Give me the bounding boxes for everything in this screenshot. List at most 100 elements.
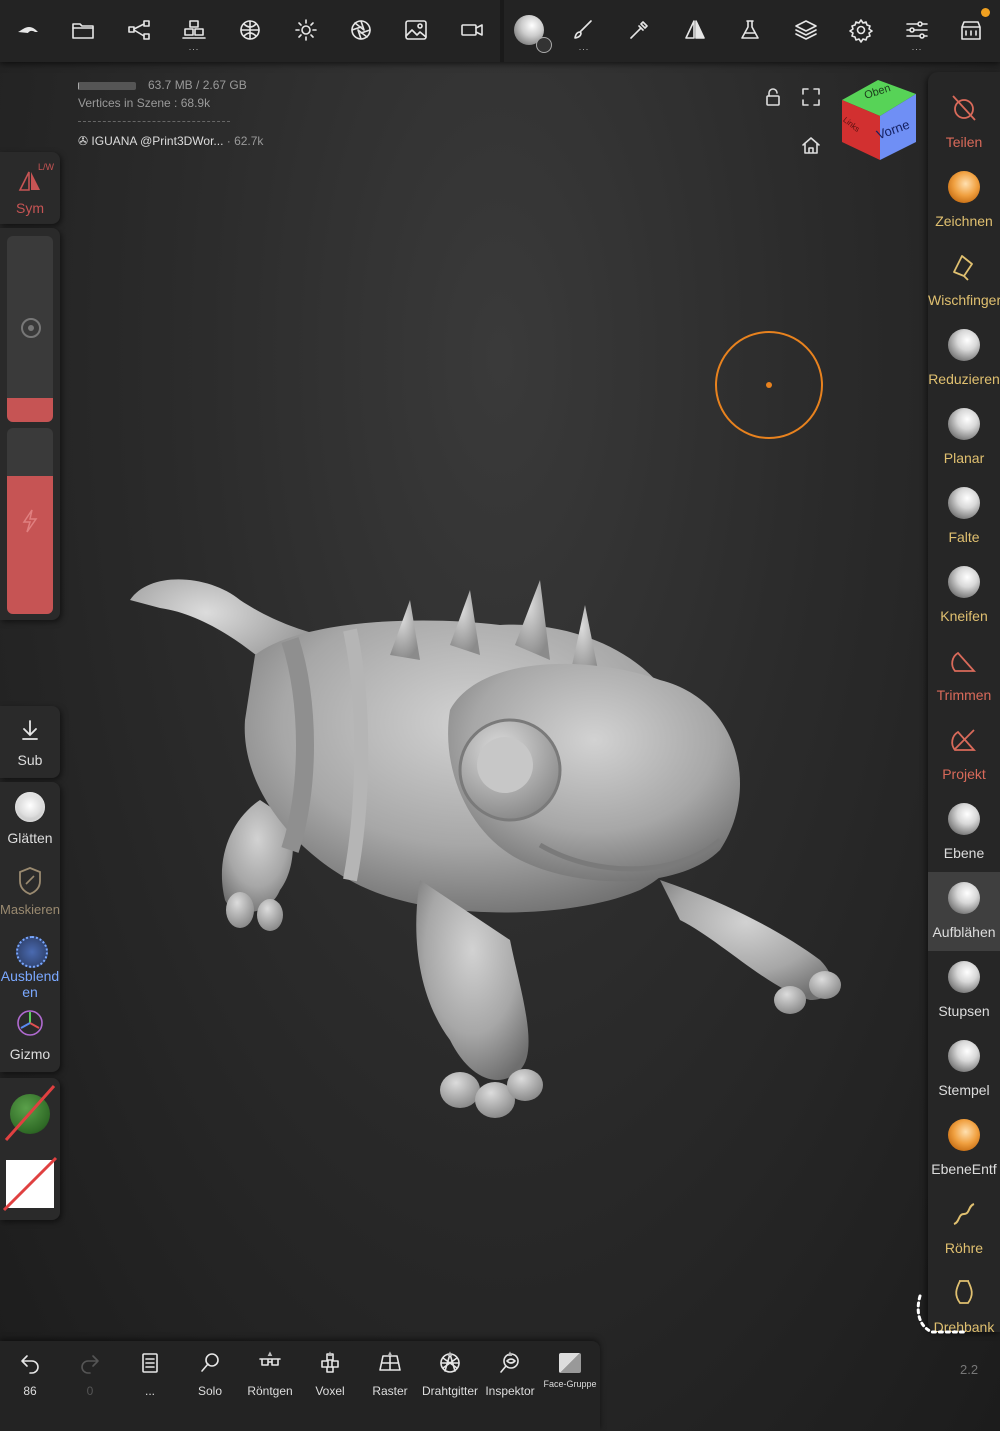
undo-button[interactable]: 86	[0, 1351, 60, 1421]
raster-label: Raster	[372, 1384, 408, 1398]
home-icon[interactable]	[800, 134, 824, 158]
fullscreen-icon[interactable]	[800, 86, 824, 110]
tool-planar[interactable]: Planar	[928, 398, 1000, 477]
drahtgitter-button[interactable]: ▲ Drahtgitter	[420, 1349, 480, 1421]
tool-label: Reduzieren	[928, 371, 1000, 387]
tool-stupsen[interactable]: Stupsen	[928, 951, 1000, 1030]
sym-button[interactable]: L/W Sym	[0, 152, 60, 224]
redo-button[interactable]: 0	[60, 1351, 120, 1421]
pinch-sphere-icon	[948, 566, 980, 598]
symmetry-icon	[18, 171, 40, 191]
tool-aufblaehen[interactable]: Aufblähen	[928, 872, 1000, 951]
tool-trimmen[interactable]: Trimmen	[928, 635, 1000, 714]
intensity-slider[interactable]	[7, 428, 53, 614]
more-dots: ...	[188, 42, 200, 52]
radius-slider[interactable]	[7, 236, 53, 422]
face-gruppe-button[interactable]: Face-Gruppe	[540, 1351, 600, 1421]
lock-icon[interactable]	[762, 86, 786, 110]
flatten-sphere-icon	[948, 329, 980, 361]
split-icon	[952, 95, 976, 121]
navigation-cube[interactable]: Oben Vorne Links	[840, 78, 920, 162]
maskieren-label: Maskieren	[0, 902, 60, 917]
tool-ebeneentf[interactable]: EbeneEntf	[928, 1109, 1000, 1188]
lighting-icon[interactable]	[282, 6, 330, 54]
tool-falte[interactable]: Falte	[928, 477, 1000, 556]
inspektor-button[interactable]: ▲ Inspektor	[480, 1349, 540, 1421]
maskieren-button[interactable]: Maskieren	[0, 860, 60, 930]
tool-wischfinger[interactable]: Wischfinger	[928, 240, 1000, 319]
gizmo-button[interactable]: Gizmo	[0, 1004, 60, 1072]
tool-reduzieren[interactable]: Reduzieren	[928, 319, 1000, 398]
notification-dot	[981, 8, 990, 17]
vertices-value: 68.9k	[180, 96, 211, 110]
nomad-logo-icon[interactable]	[4, 6, 52, 54]
background-image-icon[interactable]	[392, 6, 440, 54]
disabled-slash-icon	[2, 1156, 58, 1212]
symmetry-icon[interactable]	[671, 6, 719, 54]
scene-info: 63.7 MB / 2.67 GB Vertices in Szene : 68…	[78, 76, 247, 112]
lightning-icon	[22, 509, 38, 533]
tool-label: Zeichnen	[935, 213, 993, 229]
color-swatch-button[interactable]	[2, 1156, 58, 1212]
trim-icon	[951, 651, 977, 672]
tool-projekt[interactable]: Projekt	[928, 714, 1000, 793]
material-sphere-icon[interactable]	[505, 6, 553, 54]
project-icon	[951, 729, 977, 751]
tool-stempel[interactable]: Stempel	[928, 1030, 1000, 1109]
sub-panel: Sub	[0, 706, 60, 778]
version-label: 2.2	[960, 1362, 979, 1377]
bottom-toolbar: 86 0 ... Solo ▲ Röntgen ▲ Voxel ▲ Raster…	[0, 1341, 600, 1431]
paint-brush-icon[interactable]: ...	[560, 6, 608, 54]
camera-aperture-icon[interactable]	[337, 6, 385, 54]
voxel-button[interactable]: ▲ Voxel	[300, 1349, 360, 1421]
sub-label: Sub	[17, 752, 43, 768]
stroke-tool-icon[interactable]	[615, 6, 663, 54]
drahtgitter-label: Drahtgitter	[421, 1384, 479, 1398]
gizmo-label: Gizmo	[9, 1046, 51, 1062]
flask-icon[interactable]	[726, 6, 774, 54]
matcap-button[interactable]	[4, 1082, 56, 1142]
tool-zeichnen[interactable]: Zeichnen	[928, 161, 1000, 240]
tool-kneifen[interactable]: Kneifen	[928, 556, 1000, 635]
tool-roehre[interactable]: Röhre	[928, 1188, 1000, 1267]
inflate-sphere-icon	[948, 882, 980, 914]
tool-label: EbeneEntf	[931, 1161, 997, 1177]
more-dots: ...	[144, 1384, 155, 1398]
sym-badge: L/W	[38, 162, 55, 172]
scene-tree-icon[interactable]	[115, 6, 163, 54]
layers-icon[interactable]	[782, 6, 830, 54]
layer-sphere-icon	[948, 803, 980, 835]
tool-label: Planar	[943, 450, 985, 466]
tool-teilen[interactable]: Teilen	[928, 82, 1000, 161]
sliders-icon[interactable]: ...	[893, 6, 941, 54]
iguana-model[interactable]	[120, 560, 860, 1120]
object-row[interactable]: ✇ IGUANA @Print3DWor... · 62.7k	[78, 134, 263, 148]
tool-label: Aufblähen	[932, 924, 996, 940]
object-name: IGUANA @Print3DWor...	[91, 134, 224, 148]
crease-sphere-icon	[948, 487, 980, 519]
info-divider	[78, 121, 230, 122]
sub-button[interactable]: Sub	[0, 706, 60, 778]
top-toolbar: ... ... ...	[0, 0, 1000, 62]
tool-label: Trimmen	[936, 687, 992, 703]
nudge-sphere-icon	[948, 961, 980, 993]
tool-panel: Teilen Zeichnen Wischfinger Reduzieren P…	[928, 72, 1000, 1332]
roentgen-button[interactable]: ▲ Röntgen	[240, 1349, 300, 1421]
video-camera-icon[interactable]	[448, 6, 496, 54]
tool-ebene[interactable]: Ebene	[928, 793, 1000, 872]
files-icon[interactable]	[59, 6, 107, 54]
layer-erase-icon	[948, 1119, 980, 1151]
tool-label: Stupsen	[938, 1003, 990, 1019]
solo-button[interactable]: Solo	[180, 1351, 240, 1421]
settings-gear-icon[interactable]	[837, 6, 885, 54]
memory-text: 63.7 MB / 2.67 GB	[148, 78, 247, 92]
scene-objects-icon[interactable]: ...	[170, 6, 218, 54]
history-button[interactable]: ...	[120, 1351, 180, 1421]
memory-bar	[78, 81, 136, 90]
raster-button[interactable]: ▲ Raster	[360, 1349, 420, 1421]
glaetten-button[interactable]: Glätten	[0, 782, 60, 854]
inspektor-label: Inspektor	[485, 1384, 535, 1398]
topology-icon[interactable]	[226, 6, 274, 54]
drag-handle-icon[interactable]	[912, 1290, 968, 1346]
ausblenden-button[interactable]: Ausblend en	[0, 932, 60, 1002]
